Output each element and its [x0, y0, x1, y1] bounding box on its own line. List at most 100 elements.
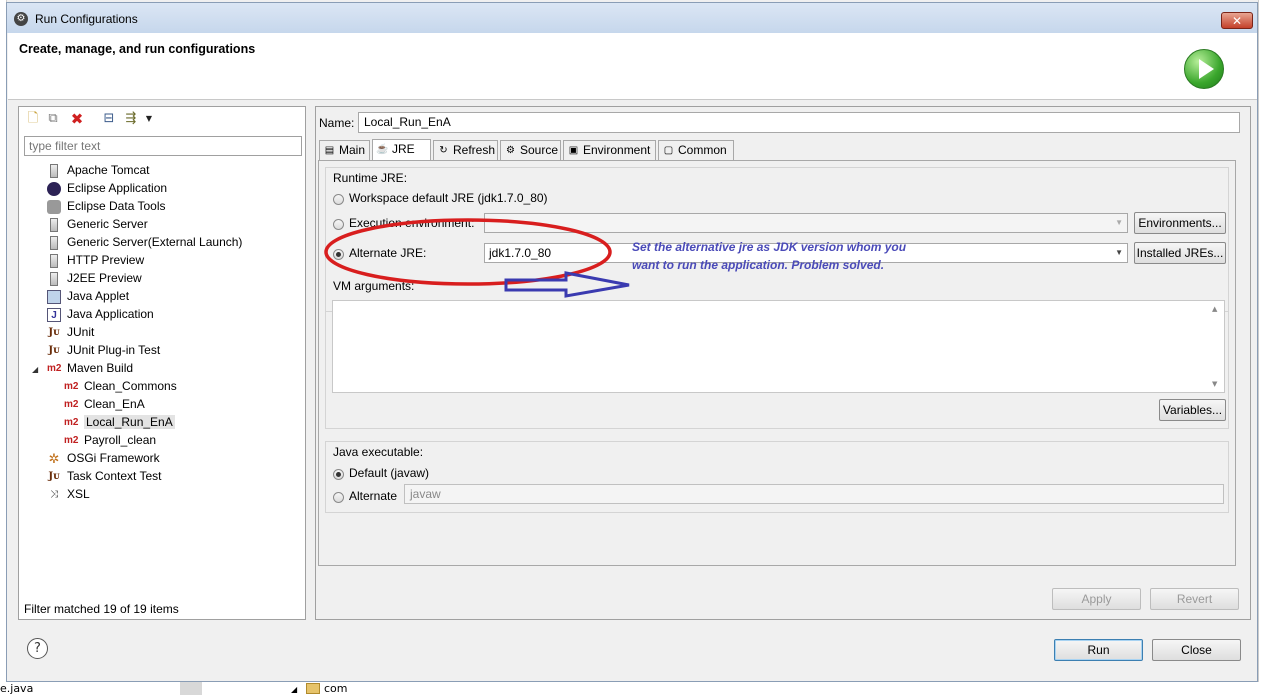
- filter-configs-icon[interactable]: ⇶: [123, 111, 139, 127]
- tree-item-label: Task Context Test: [67, 469, 162, 483]
- tree-item[interactable]: ✲ OSGi Framework: [47, 449, 160, 467]
- tree-item-label: Java Application: [67, 307, 154, 321]
- generic-launch-icon: [50, 235, 58, 250]
- tree-item[interactable]: m2 Clean_Commons: [64, 377, 177, 395]
- tab-label: Environment: [583, 143, 651, 157]
- tree-item[interactable]: m2 Clean_EnA: [64, 395, 145, 413]
- tab-jre[interactable]: ☕ JRE: [372, 139, 431, 162]
- tree-item[interactable]: HTTP Preview: [47, 251, 144, 269]
- common-tab-icon: ▢: [663, 144, 674, 156]
- background-gray-block: [180, 682, 202, 695]
- window-title: Run Configurations: [35, 12, 138, 26]
- tree-item[interactable]: Jᴜ Task Context Test: [47, 467, 162, 485]
- m2-icon: m2: [64, 380, 79, 392]
- tab-refresh[interactable]: ↻ Refresh: [433, 140, 498, 161]
- config-name-input[interactable]: Local_Run_EnA: [358, 112, 1240, 133]
- alternate-jre-value: jdk1.7.0_80: [489, 246, 552, 260]
- installed-jres-button[interactable]: Installed JREs...: [1134, 242, 1226, 264]
- alternate-exec-input[interactable]: javaw: [404, 484, 1224, 504]
- vm-arguments-label: VM arguments:: [333, 279, 415, 293]
- tree-item-label: Java Applet: [67, 289, 130, 303]
- tree-item[interactable]: J Java Application: [47, 305, 154, 323]
- main-tab-icon: ▤: [324, 144, 335, 156]
- tree-item[interactable]: Apache Tomcat: [47, 161, 150, 179]
- background-window-edge-right: [1258, 0, 1267, 695]
- close-button[interactable]: Close: [1152, 639, 1241, 661]
- generic-launch-icon: [50, 163, 58, 178]
- tree-item[interactable]: Jᴜ JUnit Plug-in Test: [47, 341, 160, 359]
- configuration-list-panel: 🗋 ⧉ ✖ ⊟ ⇶ ▼ Apache Tomcat Eclipse Applica…: [18, 106, 306, 620]
- tree-item[interactable]: Eclipse Data Tools: [47, 197, 166, 215]
- alternate-exec-label: Alternate: [349, 489, 398, 503]
- tab-common[interactable]: ▢ Common: [658, 140, 734, 161]
- tree-item[interactable]: m2 Local_Run_EnA: [64, 413, 175, 431]
- variables-button[interactable]: Variables...: [1159, 399, 1226, 421]
- help-icon[interactable]: ?: [27, 638, 48, 659]
- vm-arguments-textarea[interactable]: ▲ ▼: [332, 300, 1225, 393]
- package-folder-icon: [306, 683, 320, 694]
- tree-item[interactable]: m2 Payroll_clean: [64, 431, 156, 449]
- refresh-tab-icon: ↻: [439, 144, 448, 156]
- tab-label: Refresh: [453, 143, 496, 157]
- workspace-default-radio[interactable]: [333, 194, 344, 205]
- collapse-all-icon[interactable]: ⊟: [101, 111, 117, 127]
- tree-item-label: Generic Server: [67, 217, 148, 231]
- execution-env-combo[interactable]: ▼: [484, 213, 1128, 233]
- tree-item[interactable]: Generic Server: [47, 215, 148, 233]
- apply-button[interactable]: Apply: [1052, 588, 1141, 610]
- m2-icon: m2: [64, 398, 79, 410]
- run-button[interactable]: Run: [1054, 639, 1143, 661]
- execution-env-label: Execution environment:: [349, 216, 475, 230]
- tree-item[interactable]: Java Applet: [47, 287, 129, 305]
- tree-item[interactable]: m2 Maven Build: [47, 359, 133, 377]
- filter-input[interactable]: [24, 136, 302, 156]
- junit-plugin-icon: Jᴜ: [48, 344, 60, 356]
- duplicate-config-icon[interactable]: ⧉: [45, 111, 61, 127]
- filter-menu-chevron-down-icon[interactable]: ▼: [141, 111, 157, 127]
- environments-button[interactable]: Environments...: [1134, 212, 1226, 234]
- alternate-jre-label: Alternate JRE:: [349, 246, 427, 260]
- scroll-up-icon[interactable]: ▲: [1212, 305, 1217, 313]
- junit-icon: Jᴜ: [48, 470, 60, 482]
- source-tab-icon: ⚙: [506, 144, 515, 156]
- generic-launch-icon: [50, 253, 58, 268]
- tab-environment[interactable]: ▣ Environment: [563, 140, 656, 161]
- workspace-default-label: Workspace default JRE (jdk1.7.0_80): [349, 191, 548, 205]
- m2-icon: m2: [64, 434, 79, 446]
- tree-item-label: Local_Run_EnA: [84, 415, 175, 429]
- tab-label: Source: [520, 143, 559, 157]
- tree-item[interactable]: Generic Server(External Launch): [47, 233, 242, 251]
- applet-icon: [47, 289, 61, 304]
- m2-icon: m2: [47, 362, 62, 374]
- tree-item[interactable]: ⤨ XSL: [47, 485, 90, 503]
- tree-item[interactable]: J2EE Preview: [47, 269, 142, 287]
- new-config-icon[interactable]: 🗋: [25, 111, 41, 127]
- generic-launch-icon: [50, 271, 58, 286]
- tree-item-label: Apache Tomcat: [67, 163, 150, 177]
- xsl-icon: ⤨: [50, 488, 58, 500]
- chevron-down-icon: ▼: [1115, 218, 1123, 227]
- window-close-button[interactable]: ✕: [1221, 12, 1253, 29]
- chevron-down-icon: ▼: [1115, 248, 1123, 257]
- annotation-note: Set the alternative jre as JDK version w…: [632, 240, 907, 272]
- tree-item-label: JUnit: [67, 325, 95, 339]
- tree-expander-icon: ◢: [291, 685, 298, 694]
- delete-config-icon[interactable]: ✖: [69, 111, 85, 127]
- tree-item-label: Clean_Commons: [84, 379, 177, 393]
- tree-item-label: HTTP Preview: [67, 253, 145, 267]
- tab-main[interactable]: ▤ Main: [319, 140, 370, 161]
- tree-item-label: XSL: [67, 487, 90, 501]
- revert-button[interactable]: Revert: [1150, 588, 1239, 610]
- tree-item[interactable]: Jᴜ JUnit: [47, 323, 94, 341]
- alternate-jre-radio[interactable]: [333, 249, 344, 260]
- scroll-down-icon[interactable]: ▼: [1212, 380, 1217, 388]
- alternate-exec-radio[interactable]: [333, 492, 344, 503]
- tab-source[interactable]: ⚙ Source: [500, 140, 561, 161]
- default-javaw-radio[interactable]: [333, 469, 344, 480]
- vm-arguments-scrollbar[interactable]: ▲ ▼: [1208, 301, 1224, 392]
- execution-env-radio[interactable]: [333, 219, 344, 230]
- maven-expander-icon[interactable]: ◢: [32, 365, 38, 374]
- tree-item[interactable]: Eclipse Application: [47, 179, 167, 197]
- eclipse-app-icon: ⚙: [14, 12, 28, 26]
- tab-label: JRE: [392, 142, 415, 156]
